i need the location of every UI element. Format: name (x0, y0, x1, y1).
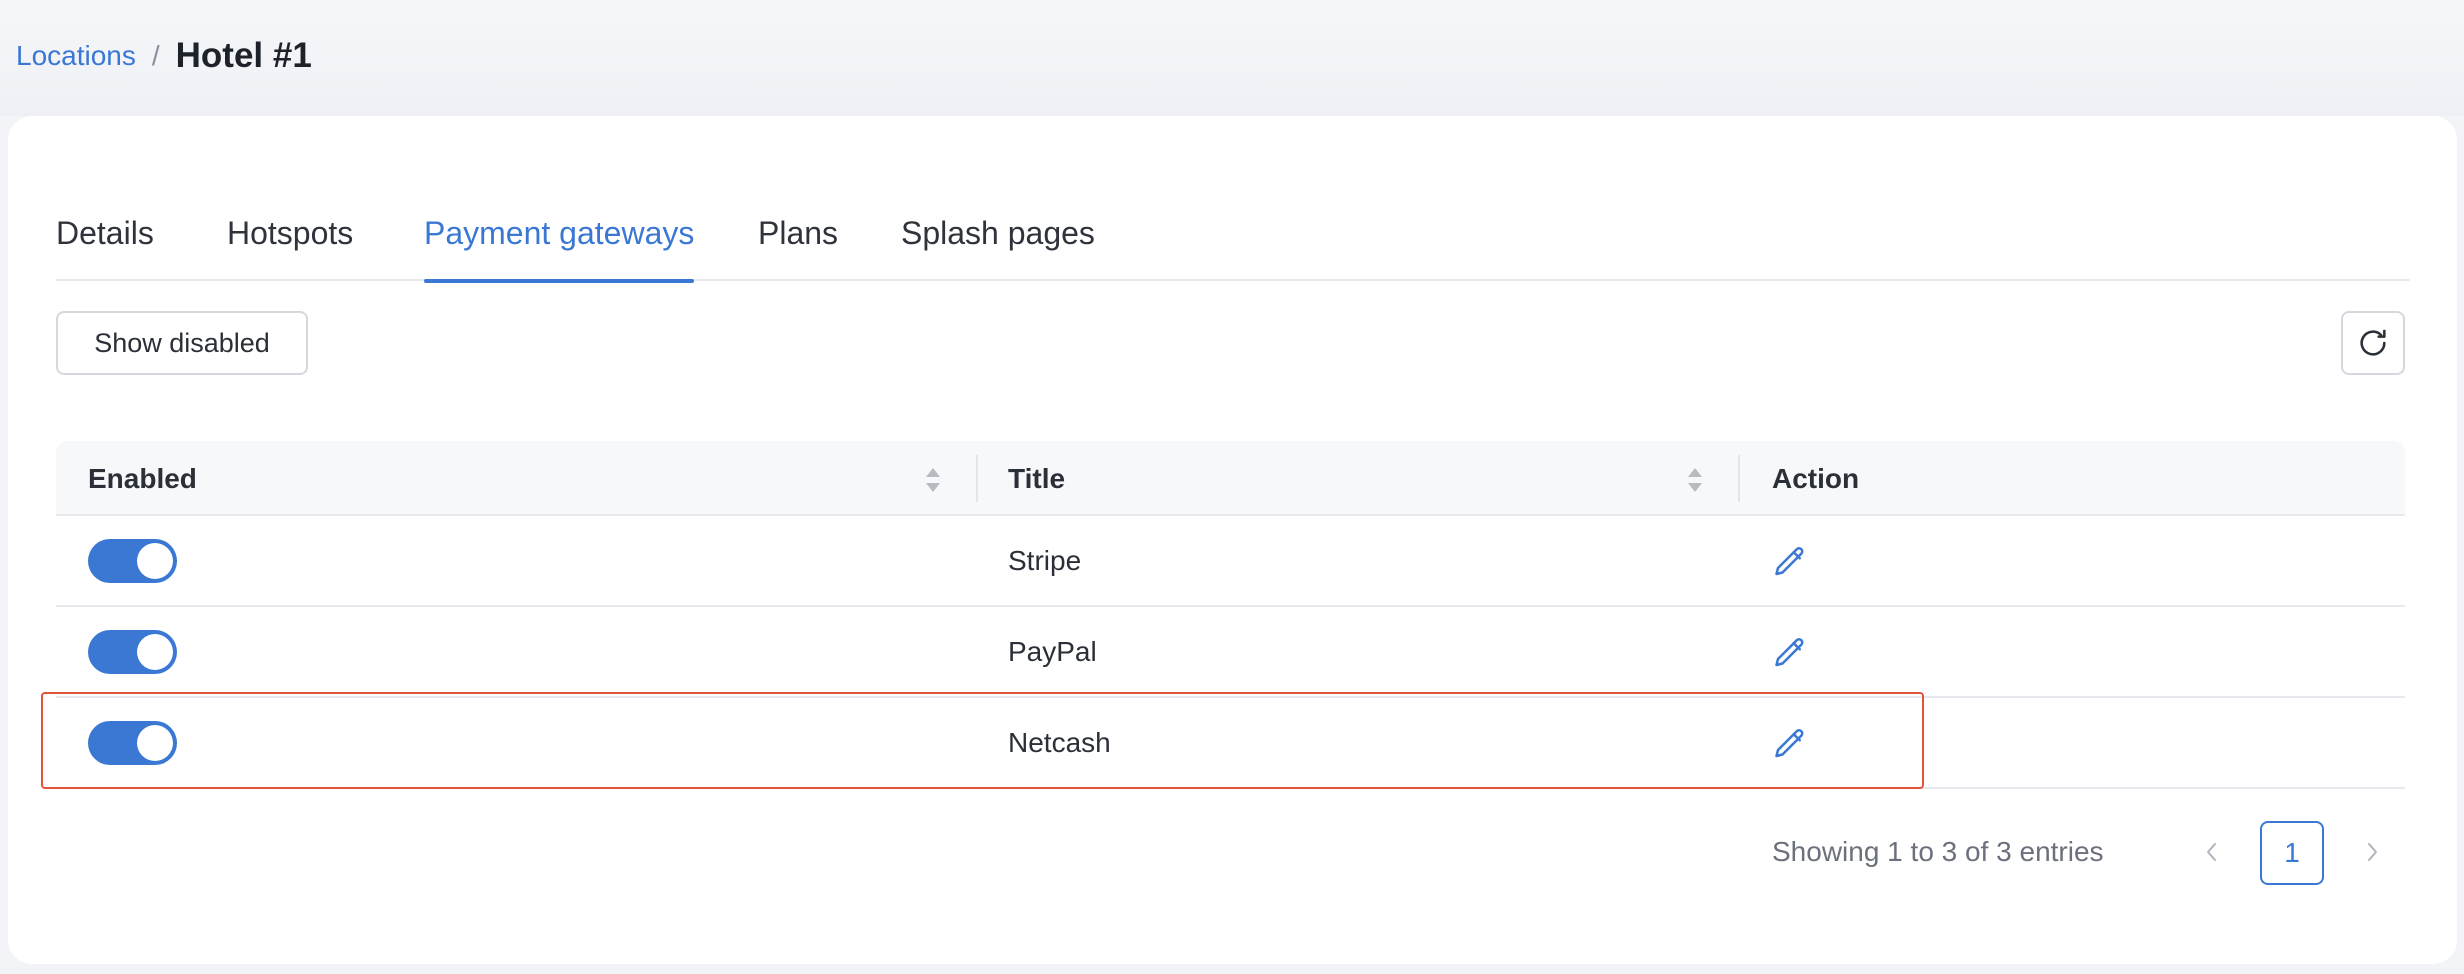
chevron-left-icon (2207, 843, 2216, 861)
payment-gateways-table: Enabled Title Action Stripe PayPal Netca… (56, 441, 2405, 789)
breadcrumb-separator: / (151, 40, 160, 71)
enabled-toggle[interactable] (88, 630, 177, 674)
table-row: Netcash (56, 698, 2405, 789)
column-divider (976, 455, 978, 502)
gateway-title: Netcash (1008, 726, 1111, 758)
tab-hotspots[interactable]: Hotspots (227, 186, 353, 281)
tab-plans[interactable]: Plans (758, 186, 838, 281)
table-row: PayPal (56, 607, 2405, 698)
enabled-toggle[interactable] (88, 539, 177, 583)
breadcrumb-locations-link[interactable]: Locations (16, 40, 136, 72)
pagination-page-button[interactable]: 1 (2260, 821, 2324, 885)
pagination-next-button[interactable] (2352, 830, 2392, 874)
pagination-info: Showing 1 to 3 of 3 entries (1772, 836, 2104, 867)
enabled-toggle[interactable] (88, 721, 177, 765)
page-title: Hotel #1 (175, 36, 312, 75)
column-header-enabled[interactable]: Enabled (88, 441, 197, 516)
pencil-icon[interactable] (1772, 726, 1808, 762)
table-row: Stripe (56, 516, 2405, 607)
tab-splash-pages[interactable]: Splash pages (901, 186, 1095, 281)
breadcrumb: Locations / Hotel #1 (16, 30, 312, 82)
chevron-right-icon (2368, 843, 2377, 861)
column-header-title[interactable]: Title (1008, 441, 1065, 516)
tab-bar: Details Hotspots Payment gateways Plans … (56, 186, 2410, 283)
refresh-button[interactable] (2341, 311, 2405, 375)
sort-icon[interactable] (1686, 465, 1704, 495)
refresh-icon (2360, 329, 2386, 356)
top-bar: Locations / Hotel #1 (0, 0, 2464, 116)
pencil-icon[interactable] (1772, 544, 1808, 580)
pencil-icon[interactable] (1772, 635, 1808, 671)
gateway-title: PayPal (1008, 635, 1097, 667)
column-divider (1738, 455, 1740, 502)
show-disabled-button[interactable]: Show disabled (56, 311, 308, 375)
tab-details[interactable]: Details (56, 186, 154, 281)
sort-icon[interactable] (924, 465, 942, 495)
tab-payment-gateways[interactable]: Payment gateways (424, 186, 695, 283)
table-header: Enabled Title Action (56, 441, 2405, 516)
column-header-action: Action (1772, 462, 1860, 494)
pagination-prev-button[interactable] (2192, 830, 2232, 874)
gateway-title: Stripe (1008, 544, 1082, 576)
